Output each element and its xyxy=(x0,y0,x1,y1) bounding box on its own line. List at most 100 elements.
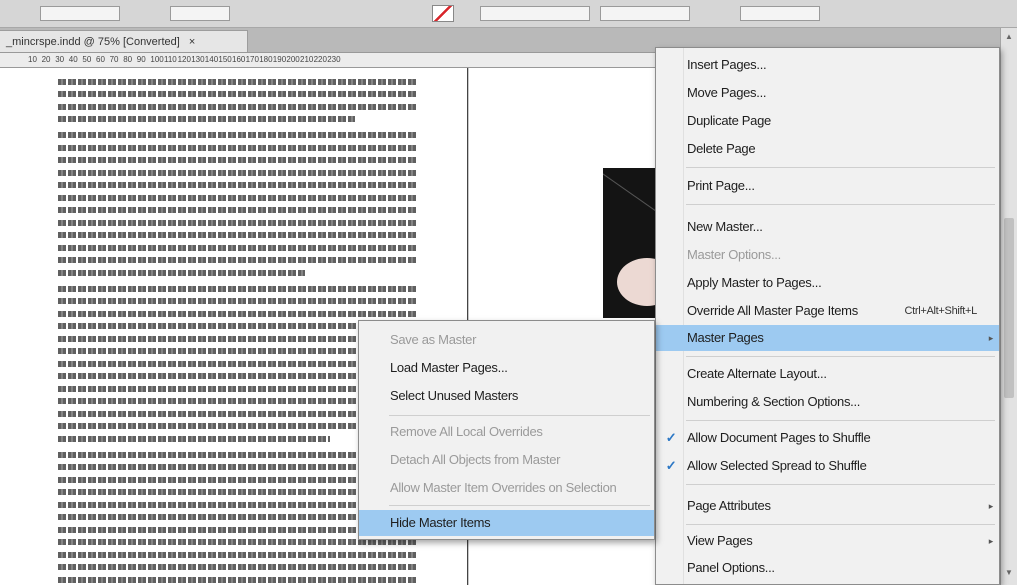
ruler-tick-label: 100 xyxy=(150,55,164,64)
checkmark-icon: ✓ xyxy=(665,430,677,445)
menu-item-label: Print Page... xyxy=(687,178,755,193)
close-tab-icon[interactable]: × xyxy=(189,36,195,48)
control-field[interactable] xyxy=(40,6,120,21)
document-tab-title: _mincrspe.indd @ 75% [Converted] xyxy=(6,36,180,48)
menu-item-page-attributes[interactable]: Page Attributes ▸ xyxy=(656,493,999,519)
control-field[interactable] xyxy=(480,6,590,21)
menu-item-print-page[interactable]: Print Page... xyxy=(656,173,999,199)
menu-separator xyxy=(686,420,995,421)
vertical-scrollbar[interactable]: ▲ ▼ xyxy=(1000,28,1017,585)
menu-item-label: Save as Master xyxy=(390,332,477,347)
scroll-down-icon[interactable]: ▼ xyxy=(1004,568,1014,578)
image-frame[interactable] xyxy=(603,168,663,318)
menu-separator xyxy=(686,204,995,205)
pages-panel-menu: Insert Pages... Move Pages... Duplicate … xyxy=(655,47,1000,585)
menu-separator xyxy=(389,415,650,416)
menu-item-view-pages[interactable]: View Pages ▸ xyxy=(656,528,999,554)
menu-item-insert-pages[interactable]: Insert Pages... xyxy=(656,52,999,78)
ruler-tick-label: 120 xyxy=(177,55,191,64)
master-pages-submenu: Save as Master Load Master Pages... Sele… xyxy=(358,320,655,540)
ruler-tick-label: 70 xyxy=(109,55,119,64)
menu-item-label: Allow Master Item Overrides on Selection xyxy=(390,480,617,495)
ruler-tick-label: 160 xyxy=(232,55,246,64)
ruler-tick-label: 220 xyxy=(313,55,327,64)
ruler-tick-label: 90 xyxy=(136,55,146,64)
submenu-item-load-master-pages[interactable]: Load Master Pages... xyxy=(359,355,654,381)
menu-item-master-options: Master Options... xyxy=(656,242,999,268)
scrollbar-thumb[interactable] xyxy=(1004,218,1014,398)
checkmark-icon: ✓ xyxy=(665,458,677,473)
menu-item-allow-spread-shuffle[interactable]: ✓ Allow Selected Spread to Shuffle xyxy=(656,453,999,479)
menu-separator xyxy=(686,484,995,485)
text-paragraph xyxy=(58,132,416,276)
ruler-tick-label: 210 xyxy=(300,55,314,64)
ruler-tick-label: 20 xyxy=(41,55,51,64)
menu-item-label: Override All Master Page Items xyxy=(687,303,858,318)
ruler-tick-label: 150 xyxy=(218,55,232,64)
menu-item-master-pages[interactable]: Master Pages ▸ xyxy=(656,325,999,351)
submenu-item-remove-local-overrides: Remove All Local Overrides xyxy=(359,419,654,445)
menu-item-label: Insert Pages... xyxy=(687,57,767,72)
document-tab[interactable]: _mincrspe.indd @ 75% [Converted] × xyxy=(0,30,248,52)
submenu-item-save-as-master: Save as Master xyxy=(359,327,654,353)
menu-item-numbering-section[interactable]: Numbering & Section Options... xyxy=(656,389,999,415)
ruler-tick-label: 40 xyxy=(68,55,78,64)
menu-item-panel-options[interactable]: Panel Options... xyxy=(656,555,999,581)
scroll-up-icon[interactable]: ▲ xyxy=(1004,32,1014,42)
menu-item-label: Allow Document Pages to Shuffle xyxy=(687,430,871,445)
ruler-tick-label: 50 xyxy=(82,55,92,64)
menu-item-label: Apply Master to Pages... xyxy=(687,275,822,290)
control-field[interactable] xyxy=(740,6,820,21)
menu-item-new-master[interactable]: New Master... xyxy=(656,214,999,240)
menu-item-label: Allow Selected Spread to Shuffle xyxy=(687,458,867,473)
menu-item-label: Panel Options... xyxy=(687,560,775,575)
ruler-tick-label: 80 xyxy=(123,55,133,64)
menu-separator xyxy=(686,524,995,525)
submenu-item-detach-all-objects: Detach All Objects from Master xyxy=(359,447,654,473)
submenu-arrow-icon: ▸ xyxy=(988,536,994,546)
menu-item-label: Delete Page xyxy=(687,141,756,156)
control-bar xyxy=(0,0,1017,28)
menu-item-duplicate-page[interactable]: Duplicate Page xyxy=(656,108,999,134)
ruler-tick-label: 60 xyxy=(96,55,105,64)
control-field[interactable] xyxy=(600,6,690,21)
menu-separator xyxy=(686,356,995,357)
ruler-tick-label: 180 xyxy=(259,55,273,64)
menu-item-label: Detach All Objects from Master xyxy=(390,452,561,467)
menu-item-label: Numbering & Section Options... xyxy=(687,394,861,409)
menu-item-label: Remove All Local Overrides xyxy=(390,424,543,439)
menu-item-create-alternate-layout[interactable]: Create Alternate Layout... xyxy=(656,361,999,387)
menu-item-label: Create Alternate Layout... xyxy=(687,366,827,381)
menu-item-label: View Pages xyxy=(687,533,753,548)
submenu-item-hide-master-items[interactable]: Hide Master Items xyxy=(359,510,654,536)
menu-item-delete-page[interactable]: Delete Page xyxy=(656,136,999,162)
menu-item-label: Duplicate Page xyxy=(687,113,771,128)
submenu-item-select-unused-masters[interactable]: Select Unused Masters xyxy=(359,383,654,409)
menu-item-apply-master[interactable]: Apply Master to Pages... xyxy=(656,270,999,296)
menu-item-shortcut: Ctrl+Alt+Shift+L xyxy=(904,305,977,317)
menu-item-label: Page Attributes xyxy=(687,498,771,513)
menu-item-label: Load Master Pages... xyxy=(390,360,508,375)
control-field[interactable] xyxy=(170,6,230,21)
ruler-tick-label: 110 xyxy=(164,55,177,64)
ruler-tick-label: 190 xyxy=(272,55,287,64)
menu-separator xyxy=(686,167,995,168)
menu-item-move-pages[interactable]: Move Pages... xyxy=(656,80,999,106)
submenu-arrow-icon: ▸ xyxy=(988,501,994,511)
menu-item-label: Select Unused Masters xyxy=(390,388,519,403)
menu-item-allow-document-shuffle[interactable]: ✓ Allow Document Pages to Shuffle xyxy=(656,425,999,451)
menu-separator xyxy=(389,505,650,506)
menu-item-label: New Master... xyxy=(687,219,763,234)
menu-item-label: Master Pages xyxy=(687,330,764,345)
ruler-tick-label: 10 xyxy=(28,55,37,64)
menu-item-label: Move Pages... xyxy=(687,85,767,100)
color-swatch-icon[interactable] xyxy=(432,5,454,22)
ruler-tick-label: 30 xyxy=(55,55,65,64)
menu-item-label: Hide Master Items xyxy=(390,515,491,530)
menu-item-override-all[interactable]: Override All Master Page Items Ctrl+Alt+… xyxy=(656,298,999,324)
text-paragraph xyxy=(58,78,416,122)
ruler-tick-label: 170 xyxy=(245,55,259,64)
submenu-item-allow-master-overrides: Allow Master Item Overrides on Selection xyxy=(359,475,654,501)
ruler-tick-label: 130 xyxy=(191,55,205,64)
ruler-tick-label: 140 xyxy=(204,55,219,64)
